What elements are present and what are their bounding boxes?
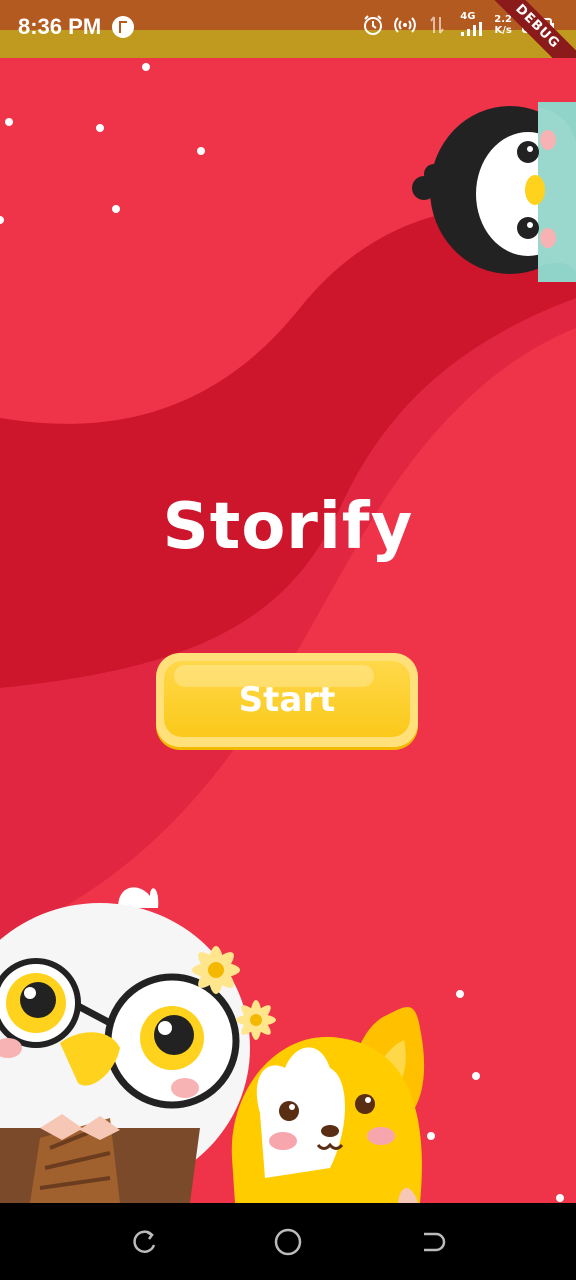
alarm-icon <box>364 15 383 35</box>
home-icon[interactable] <box>273 1227 303 1257</box>
snow-dot <box>197 147 205 155</box>
animal-characters-illustration <box>0 887 425 1203</box>
navigation-bar <box>0 1203 576 1280</box>
snow-dot <box>112 205 120 213</box>
penguin-illustration <box>412 102 576 282</box>
snow-dot <box>142 63 150 71</box>
back-icon[interactable] <box>416 1227 446 1257</box>
snow-dot <box>5 118 13 126</box>
snow-dot <box>96 124 104 132</box>
notification-icon <box>112 16 134 38</box>
data-speed: 2.2 K/s <box>494 14 512 36</box>
app-title: Storify <box>162 490 414 564</box>
hotspot-icon <box>394 17 417 33</box>
start-button-label: Start <box>238 680 336 720</box>
recent-apps-icon[interactable] <box>130 1227 160 1257</box>
network-type: 4G <box>460 11 476 22</box>
status-time: 8:36 PM <box>18 14 102 39</box>
splash-screen: Storify Start <box>0 58 576 1203</box>
status-bar: 8:36 PM 4G 2.2 K/s DEBUG <box>0 0 576 88</box>
data-arrows-icon <box>430 16 445 34</box>
start-button[interactable]: Start <box>156 653 418 747</box>
signal-icon <box>461 22 483 36</box>
